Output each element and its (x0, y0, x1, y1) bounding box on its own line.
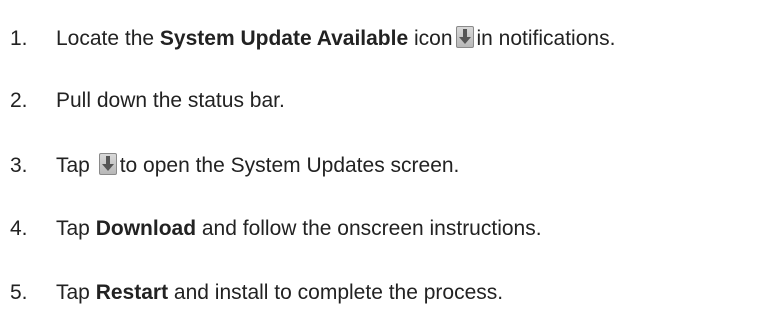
step-text: in notifications. (476, 27, 616, 50)
step-number: 3. (10, 154, 28, 177)
step-keyword: Download (95, 217, 197, 240)
step-number: 2. (10, 89, 28, 112)
step-text: Tap (56, 217, 96, 240)
step-text: Locate the (56, 27, 160, 50)
system-update-icon (98, 153, 117, 175)
step-number: 1. (10, 27, 28, 50)
system-update-icon (455, 26, 474, 48)
step-keyword: System Update Available (159, 27, 409, 50)
step-number: 4. (10, 217, 28, 240)
step-text: Tap (56, 281, 96, 304)
step-text: Tap (56, 154, 96, 177)
step-text: and install to complete the process. (168, 281, 504, 304)
step-5: 5. Tap Restart and install to complete th… (10, 280, 503, 306)
step-3: 3. Tap to open the System Updates screen. (10, 153, 459, 179)
step-text: icon (408, 27, 453, 50)
step-text: to open the System Updates screen. (119, 154, 460, 177)
step-text: Pull down the status bar. (56, 89, 285, 112)
step-1: 1. Locate the System Update Available ico… (10, 26, 615, 52)
step-4: 4. Tap Download and follow the onscreen i… (10, 216, 542, 242)
step-number: 5. (10, 281, 28, 304)
step-2: 2. Pull down the status bar. (10, 88, 285, 114)
step-text: and follow the onscreen instructions. (196, 217, 542, 240)
step-keyword: Restart (95, 281, 169, 304)
